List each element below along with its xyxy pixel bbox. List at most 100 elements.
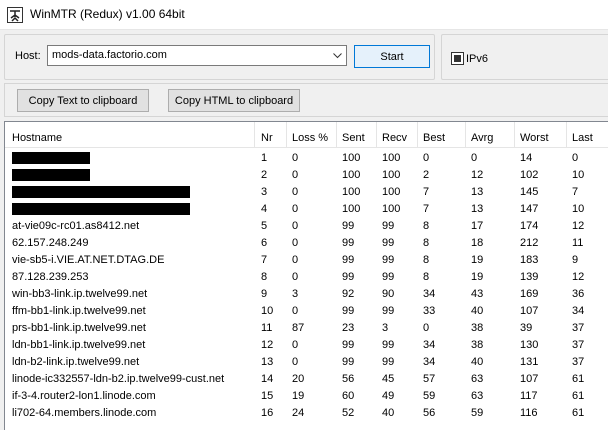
cell-best: 34 <box>423 356 436 368</box>
column-header-last[interactable]: Last <box>572 132 593 144</box>
cell-recv: 100 <box>382 203 401 215</box>
cell-recv: 99 <box>382 237 395 249</box>
cell-best: 0 <box>423 322 430 334</box>
column-header-worst[interactable]: Worst <box>520 132 549 144</box>
cell-nr: 1 <box>261 152 268 164</box>
table-row[interactable]: 2 0 100 100 2 12 102 10 <box>5 167 608 184</box>
column-header-hostname[interactable]: Hostname <box>12 132 62 144</box>
cell-sent: 99 <box>342 220 355 232</box>
cell-best: 2 <box>423 169 430 181</box>
dropdown-arrow-icon[interactable] <box>329 46 346 65</box>
table-row[interactable]: li702-64.members.linode.com 16 24 52 40 56 59 1… <box>5 405 608 422</box>
cell-best: 7 <box>423 203 430 215</box>
cell-avrg: 13 <box>471 186 484 198</box>
cell-best: 7 <box>423 186 430 198</box>
table-row[interactable]: 1 0 100 100 0 0 14 0 <box>5 150 608 167</box>
column-divider[interactable] <box>514 122 515 148</box>
cell-nr: 15 <box>261 390 274 402</box>
cell-last: 0 <box>572 152 579 164</box>
cell-recv: 3 <box>382 322 389 334</box>
cell-worst: 169 <box>520 288 539 300</box>
host-input[interactable]: mods-data.factorio.com <box>52 49 167 61</box>
cell-last: 37 <box>572 339 585 351</box>
column-divider[interactable] <box>566 122 567 148</box>
host-combobox[interactable]: mods-data.factorio.com <box>47 45 347 66</box>
cell-hostname: if-3-4.router2-lon1.linode.com <box>12 390 156 402</box>
column-divider[interactable] <box>254 122 255 148</box>
cell-loss: 20 <box>292 373 305 385</box>
cell-recv: 100 <box>382 169 401 181</box>
cell-last: 61 <box>572 407 585 419</box>
ipv6-label[interactable]: IPv6 <box>466 53 488 65</box>
column-divider[interactable] <box>417 122 418 148</box>
cell-sent: 23 <box>342 322 355 334</box>
cell-best: 8 <box>423 271 430 283</box>
cell-last: 10 <box>572 169 585 181</box>
column-header-best[interactable]: Best <box>423 132 445 144</box>
table-row[interactable]: 87.128.239.253 8 0 99 99 8 19 139 12 <box>5 269 608 286</box>
copy-html-button[interactable]: Copy HTML to clipboard <box>168 89 300 112</box>
column-header-nr[interactable]: Nr <box>261 132 273 144</box>
cell-hostname: li702-64.members.linode.com <box>12 407 157 419</box>
cell-last: 34 <box>572 305 585 317</box>
start-button[interactable]: Start <box>354 45 430 68</box>
cell-worst: 107 <box>520 305 539 317</box>
cell-loss: 3 <box>292 288 299 300</box>
column-divider[interactable] <box>465 122 466 148</box>
column-divider[interactable] <box>376 122 377 148</box>
table-row[interactable]: if-3-4.router2-lon1.linode.com 15 19 60 49 59… <box>5 388 608 405</box>
table-row[interactable]: ldn-b2-link.ip.twelve99.net 13 0 99 99 34 40 13… <box>5 354 608 371</box>
column-divider[interactable] <box>336 122 337 148</box>
column-header-loss[interactable]: Loss % <box>292 132 328 144</box>
cell-nr: 13 <box>261 356 274 368</box>
cell-hostname: 87.128.239.253 <box>12 271 89 283</box>
results-listview[interactable]: Hostname Nr Loss % Sent Recv Best Avrg Worst Las… <box>4 121 608 430</box>
cell-recv: 99 <box>382 356 395 368</box>
column-header-recv[interactable]: Recv <box>382 132 407 144</box>
cell-worst: 116 <box>520 407 538 419</box>
cell-loss: 19 <box>292 390 305 402</box>
column-header-avrg[interactable]: Avrg <box>471 132 493 144</box>
cell-loss: 0 <box>292 339 299 351</box>
table-row[interactable]: 62.157.248.249 6 0 99 99 8 18 212 11 <box>5 235 608 252</box>
ipv6-checkbox[interactable] <box>451 52 464 65</box>
cell-sent: 60 <box>342 390 355 402</box>
table-row[interactable]: vie-sb5-i.VIE.AT.NET.DTAG.DE 7 0 99 99 8 19 183… <box>5 252 608 269</box>
cell-sent: 100 <box>342 152 361 164</box>
cell-hostname: vie-sb5-i.VIE.AT.NET.DTAG.DE <box>12 254 165 266</box>
cell-nr: 6 <box>261 237 268 249</box>
cell-worst: 212 <box>520 237 539 249</box>
cell-loss: 87 <box>292 322 305 334</box>
cell-best: 59 <box>423 390 436 402</box>
cell-nr: 12 <box>261 339 274 351</box>
cell-best: 8 <box>423 254 430 266</box>
table-row[interactable]: at-vie09c-rc01.as8412.net 5 0 99 99 8 17 174 12 <box>5 218 608 235</box>
table-row[interactable]: 3 0 100 100 7 13 145 7 <box>5 184 608 201</box>
cell-sent: 99 <box>342 271 355 283</box>
cell-loss: 0 <box>292 220 299 232</box>
cell-best: 8 <box>423 237 430 249</box>
cell-nr: 5 <box>261 220 268 232</box>
table-row[interactable]: ldn-bb1-link.ip.twelve99.net 12 0 99 99 34 38 1… <box>5 337 608 354</box>
cell-avrg: 63 <box>471 390 484 402</box>
cell-avrg: 40 <box>471 356 484 368</box>
column-header-sent[interactable]: Sent <box>342 132 365 144</box>
cell-best: 0 <box>423 152 430 164</box>
copy-text-label: Copy Text to clipboard <box>28 94 138 107</box>
cell-nr: 4 <box>261 203 268 215</box>
table-row[interactable]: linode-ic332557-ldn-b2.ip.twelve99-cust.… <box>5 371 608 388</box>
cell-loss: 24 <box>292 407 305 419</box>
copy-text-button[interactable]: Copy Text to clipboard <box>17 89 149 112</box>
cell-avrg: 12 <box>471 169 484 181</box>
table-row[interactable]: ffm-bb1-link.ip.twelve99.net 10 0 99 99 33 40 1… <box>5 303 608 320</box>
cell-hostname: prs-bb1-link.ip.twelve99.net <box>12 322 146 334</box>
redacted-hostname <box>12 152 90 164</box>
table-row[interactable]: prs-bb1-link.ip.twelve99.net 11 87 23 3 0 38 39… <box>5 320 608 337</box>
column-divider[interactable] <box>286 122 287 148</box>
cell-sent: 99 <box>342 305 355 317</box>
table-row[interactable]: win-bb3-link.ip.twelve99.net 9 3 92 90 34 43 16… <box>5 286 608 303</box>
cell-sent: 92 <box>342 288 355 300</box>
cell-sent: 99 <box>342 237 355 249</box>
table-row[interactable]: 4 0 100 100 7 13 147 10 <box>5 201 608 218</box>
cell-sent: 100 <box>342 169 361 181</box>
